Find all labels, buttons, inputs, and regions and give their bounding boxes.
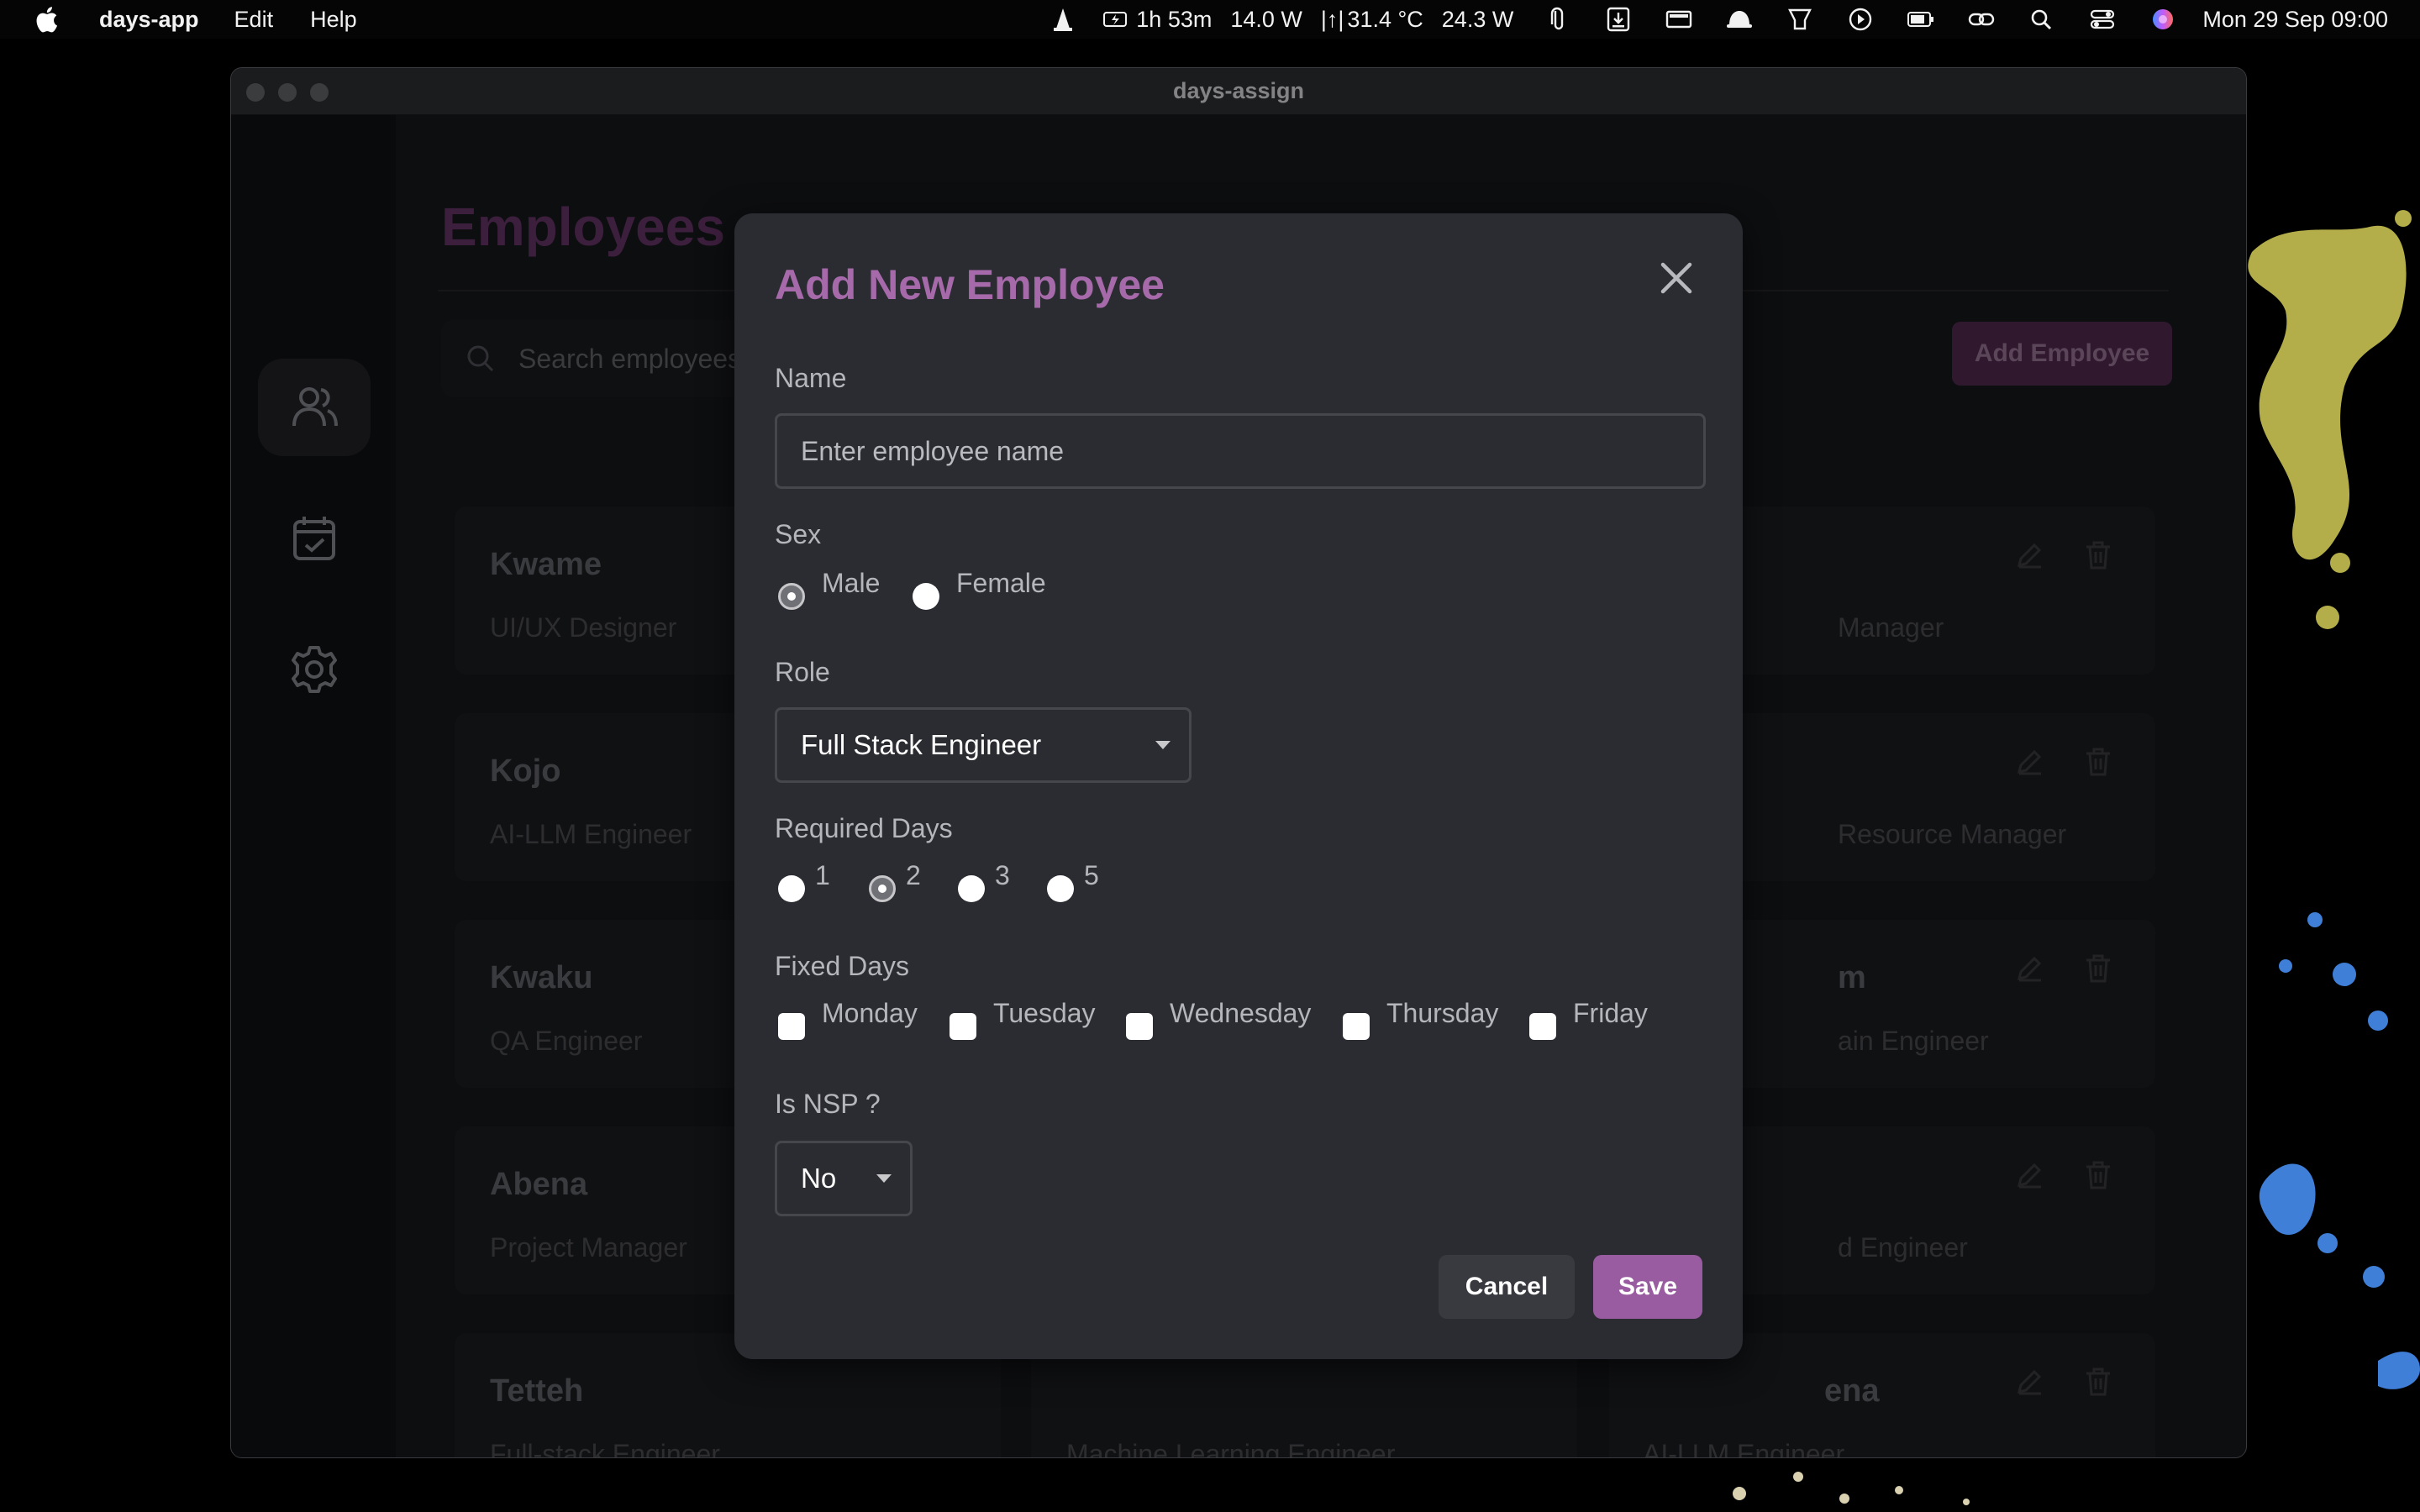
sex-option-male[interactable]: Male: [778, 568, 880, 610]
fixed-day-thursday[interactable]: Thursday: [1343, 998, 1498, 1040]
required-days-label: Required Days: [775, 813, 953, 843]
siri-icon[interactable]: [2147, 7, 2179, 32]
vlc-cone-icon[interactable]: [1047, 7, 1079, 32]
window-grid-icon[interactable]: [1663, 7, 1695, 32]
link-icon[interactable]: [1965, 7, 1997, 32]
clock[interactable]: Mon 29 Sep 09:00: [2202, 7, 2388, 33]
name-field[interactable]: [775, 413, 1706, 489]
role-select-value: Full Stack Engineer: [801, 729, 1042, 760]
name-label: Name: [775, 363, 847, 393]
required-days-label-1: 1: [815, 860, 830, 890]
sex-male-radio[interactable]: [778, 583, 805, 610]
close-icon: [1660, 262, 1692, 294]
menu-bar: days-app Edit Help 1h 53m 14.0 W |↑| 31.…: [0, 0, 2420, 39]
thursday-label: Thursday: [1386, 998, 1499, 1028]
apple-icon[interactable]: [34, 5, 59, 34]
required-days-option-1[interactable]: 1: [778, 860, 830, 902]
monday-label: Monday: [822, 998, 918, 1028]
required-days-option-5[interactable]: 5: [1047, 860, 1099, 902]
wallpaper-splash: [2248, 210, 2420, 1389]
search-icon[interactable]: [2026, 7, 2058, 32]
chevron-down-icon: [1155, 741, 1171, 749]
monday-checkbox[interactable]: [778, 1013, 805, 1040]
modal-title: Add New Employee: [775, 261, 1165, 308]
fixed-day-monday[interactable]: Monday: [778, 998, 918, 1040]
required-days-label-5: 5: [1084, 860, 1099, 890]
required-days-radio-5[interactable]: [1047, 875, 1074, 902]
battery-charging-icon[interactable]: [1101, 7, 1133, 32]
nsp-select-value: No: [801, 1163, 837, 1194]
menu-app-name[interactable]: days-app: [99, 7, 199, 33]
fixed-day-tuesday[interactable]: Tuesday: [950, 998, 1096, 1040]
play-circle-icon[interactable]: [1844, 7, 1876, 32]
close-modal-button[interactable]: [1645, 247, 1707, 309]
sex-label: Sex: [775, 519, 822, 549]
required-days-label-3: 3: [995, 860, 1010, 890]
add-employee-modal: Add New Employee Name Sex Male Female Ro…: [734, 213, 1743, 1359]
battery-icon[interactable]: [1905, 7, 1937, 32]
control-center-icon[interactable]: [2086, 7, 2118, 32]
sex-female-label: Female: [956, 568, 1046, 598]
wednesday-checkbox[interactable]: [1126, 1013, 1153, 1040]
save-button[interactable]: Save: [1593, 1255, 1702, 1319]
temperature-readout: 31.4 °C: [1347, 6, 1423, 32]
hat-icon[interactable]: [1723, 7, 1755, 32]
paperclip-icon[interactable]: [1542, 7, 1574, 32]
required-days-radio-2[interactable]: [869, 875, 896, 902]
nsp-label: Is NSP ?: [775, 1089, 881, 1119]
required-days-label-2: 2: [906, 860, 921, 890]
power-in-readout: 14.0 W: [1230, 6, 1302, 32]
menu-help[interactable]: Help: [310, 7, 357, 33]
role-label: Role: [775, 657, 830, 687]
fixed-days-label: Fixed Days: [775, 951, 910, 981]
tuesday-checkbox[interactable]: [950, 1013, 976, 1040]
power-out-readout: 24.3 W: [1441, 6, 1514, 32]
download-icon[interactable]: [1602, 7, 1634, 32]
required-days-radio-1[interactable]: [778, 875, 805, 902]
required-days-option-2[interactable]: 2: [869, 860, 921, 902]
battery-time: 1h 53m: [1136, 6, 1213, 32]
funnel-icon[interactable]: [1784, 7, 1816, 32]
fixed-day-friday[interactable]: Friday: [1529, 998, 1648, 1040]
required-days-radio-3[interactable]: [958, 875, 985, 902]
tuesday-label: Tuesday: [993, 998, 1096, 1028]
role-select[interactable]: Full Stack Engineer: [775, 707, 1192, 783]
thursday-checkbox[interactable]: [1343, 1013, 1370, 1040]
sex-male-label: Male: [822, 568, 881, 598]
wednesday-label: Wednesday: [1170, 998, 1312, 1028]
arrow-up-icon: |↑|: [1320, 6, 1344, 32]
sex-female-radio[interactable]: [913, 583, 939, 610]
friday-checkbox[interactable]: [1529, 1013, 1556, 1040]
nsp-select[interactable]: No: [775, 1141, 913, 1216]
friday-label: Friday: [1573, 998, 1648, 1028]
fixed-day-wednesday[interactable]: Wednesday: [1126, 998, 1311, 1040]
wallpaper-droplets: [1733, 1472, 1970, 1505]
cancel-button[interactable]: Cancel: [1439, 1255, 1575, 1319]
sex-option-female[interactable]: Female: [913, 568, 1046, 610]
menu-edit[interactable]: Edit: [234, 7, 274, 33]
chevron-down-icon: [876, 1174, 892, 1183]
required-days-option-3[interactable]: 3: [958, 860, 1010, 902]
